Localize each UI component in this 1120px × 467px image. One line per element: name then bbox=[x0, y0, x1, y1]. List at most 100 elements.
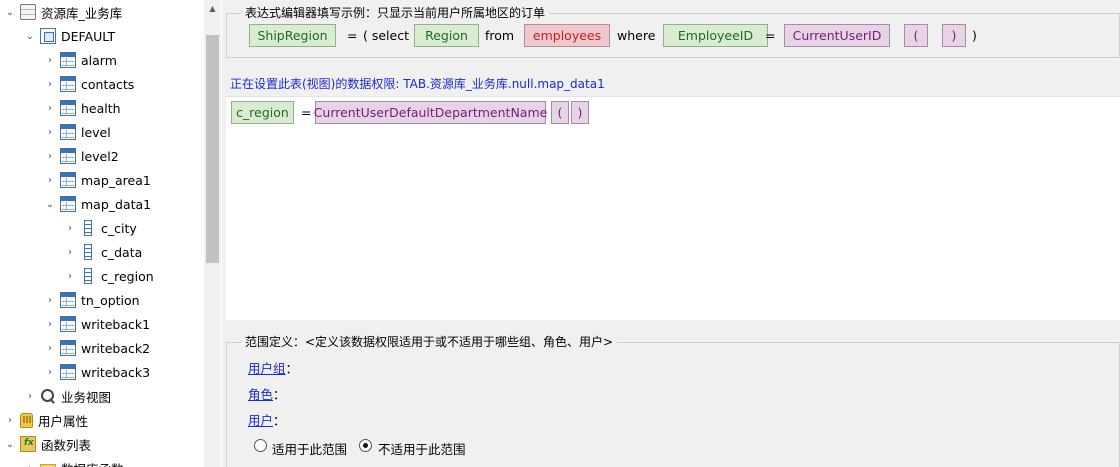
tree-node-table[interactable]: › writeback3 bbox=[0, 360, 204, 384]
table-icon bbox=[60, 340, 76, 356]
tree-node-label: level bbox=[81, 124, 111, 140]
column-icon bbox=[84, 268, 92, 284]
tree-node-table[interactable]: › alarm bbox=[0, 48, 204, 72]
tree-node-label: 用户属性 bbox=[38, 413, 89, 429]
tree-node-label: c_city bbox=[101, 220, 137, 236]
tree-node-table[interactable]: › level bbox=[0, 120, 204, 144]
table-icon bbox=[60, 172, 76, 188]
tree-node-column[interactable]: › c_data bbox=[0, 240, 204, 264]
tree-node-label: tn_option bbox=[81, 292, 140, 308]
table-icon bbox=[60, 364, 76, 380]
editor-func-department[interactable]: CurrentUserDefaultDepartmentName bbox=[314, 101, 547, 124]
tree-node-table[interactable]: › writeback2 bbox=[0, 336, 204, 360]
user-link[interactable]: 用户 bbox=[248, 413, 273, 428]
scope-user-row: 用户： bbox=[248, 410, 286, 429]
permission-target-label: 正在设置此表(视图)的数据权限: TAB.资源库_业务库.null.map_da… bbox=[230, 77, 605, 91]
tree-node-label: writeback3 bbox=[81, 364, 151, 380]
example-func-currentuserid: CurrentUserID bbox=[784, 24, 890, 47]
tree-node-label: map_area1 bbox=[81, 172, 151, 188]
table-icon bbox=[60, 292, 76, 308]
chevron-right-icon[interactable]: › bbox=[64, 222, 76, 234]
tree-node-schema[interactable]: ⌄ DEFAULT bbox=[0, 24, 204, 48]
chevron-right-icon[interactable]: › bbox=[44, 342, 56, 354]
expression-editor[interactable]: c_region = CurrentUserDefaultDepartmentN… bbox=[226, 96, 1120, 320]
tree-node-label: writeback2 bbox=[81, 340, 151, 356]
editor-paren-close[interactable]: ) bbox=[571, 101, 589, 124]
tree-scrollbar[interactable]: ▲ bbox=[204, 0, 221, 467]
example-equals: = bbox=[765, 28, 776, 43]
table-icon bbox=[60, 100, 76, 116]
hand-icon bbox=[20, 413, 33, 428]
object-tree[interactable]: ⌄ 资源库_业务库 ⌄ DEFAULT › alarm › contacts ›… bbox=[0, 0, 204, 467]
editor-field-c-region[interactable]: c_region bbox=[231, 101, 294, 124]
radio-not-apply-label[interactable]: 不适用于此范围 bbox=[378, 439, 466, 458]
chevron-right-icon[interactable]: › bbox=[44, 126, 56, 138]
chevron-right-icon[interactable]: › bbox=[24, 462, 36, 467]
tree-node-column[interactable]: › c_city bbox=[0, 216, 204, 240]
chevron-down-icon[interactable]: ⌄ bbox=[4, 438, 16, 450]
tree-node-label: 资源库_业务库 bbox=[41, 5, 123, 21]
tree-node-label: 业务视图 bbox=[61, 389, 112, 405]
tree-node-root[interactable]: ⌄ 资源库_业务库 bbox=[0, 0, 204, 24]
chevron-down-icon[interactable]: ⌄ bbox=[24, 30, 36, 42]
tree-node-user-attrs[interactable]: › 用户属性 bbox=[0, 408, 204, 432]
radio-not-apply[interactable] bbox=[359, 439, 372, 452]
user-group-link[interactable]: 用户组 bbox=[248, 361, 286, 376]
tree-node-label: 数据库函数 bbox=[61, 459, 124, 467]
scroll-thumb[interactable] bbox=[206, 35, 219, 263]
tree-node-db-funcs[interactable]: › 数据库函数 bbox=[0, 456, 204, 467]
chevron-down-icon[interactable]: ⌄ bbox=[4, 6, 16, 18]
tree-node-label: writeback1 bbox=[81, 316, 151, 332]
example-select-keyword: ( select bbox=[363, 28, 409, 43]
tree-node-table[interactable]: › level2 bbox=[0, 144, 204, 168]
chevron-right-icon[interactable]: › bbox=[44, 366, 56, 378]
tree-node-label: health bbox=[81, 100, 121, 116]
permission-panel: 表达式编辑器填写示例：只显示当前用户所属地区的订单 ShipRegion = (… bbox=[222, 0, 1120, 467]
chevron-right-icon[interactable]: › bbox=[44, 294, 56, 306]
editor-paren-open[interactable]: ( bbox=[551, 101, 569, 124]
radio-apply[interactable] bbox=[254, 439, 267, 452]
scope-user-group-row: 用户组： bbox=[248, 358, 298, 377]
editor-equals[interactable]: = bbox=[301, 101, 311, 124]
colon: ： bbox=[273, 387, 286, 402]
tree-node-business-view[interactable]: › 业务视图 bbox=[0, 384, 204, 408]
scope-role-row: 角色： bbox=[248, 384, 286, 403]
chevron-right-icon[interactable]: › bbox=[44, 318, 56, 330]
radio-apply-label[interactable]: 适用于此范围 bbox=[272, 439, 347, 458]
colon: ： bbox=[285, 361, 299, 376]
chevron-right-icon[interactable]: › bbox=[64, 246, 76, 258]
scroll-up-arrow-icon[interactable]: ▲ bbox=[204, 0, 221, 17]
tree-node-label: 函数列表 bbox=[41, 437, 92, 453]
chevron-right-icon[interactable]: › bbox=[44, 150, 56, 162]
chevron-right-icon[interactable]: › bbox=[4, 414, 16, 426]
example-paren-close: ) bbox=[942, 24, 966, 47]
chevron-right-icon[interactable]: › bbox=[44, 54, 56, 66]
chevron-right-icon[interactable]: › bbox=[64, 270, 76, 282]
example-from-keyword: from bbox=[485, 28, 515, 43]
colon: ： bbox=[273, 413, 286, 428]
tree-node-func-list[interactable]: ⌄ 函数列表 bbox=[0, 432, 204, 456]
tree-node-label: c_data bbox=[101, 244, 143, 260]
tree-node-column[interactable]: › c_region bbox=[0, 264, 204, 288]
function-folder-icon bbox=[20, 436, 36, 452]
example-where-keyword: where bbox=[617, 28, 656, 43]
tree-node-label: DEFAULT bbox=[61, 28, 116, 44]
table-icon bbox=[60, 52, 76, 68]
chevron-right-icon[interactable]: › bbox=[44, 102, 56, 114]
example-field-region: Region bbox=[414, 24, 479, 47]
chevron-right-icon[interactable]: › bbox=[44, 78, 56, 90]
tree-node-table[interactable]: › contacts bbox=[0, 72, 204, 96]
example-close-paren: ) bbox=[972, 28, 977, 43]
column-icon bbox=[84, 244, 92, 260]
tree-node-table-selected[interactable]: ⌄ map_data1 bbox=[0, 192, 204, 216]
tree-node-table[interactable]: › tn_option bbox=[0, 288, 204, 312]
chevron-down-icon[interactable]: ⌄ bbox=[44, 198, 56, 210]
role-link[interactable]: 角色 bbox=[248, 387, 273, 402]
tree-node-label: map_data1 bbox=[81, 196, 152, 212]
tree-node-table[interactable]: › writeback1 bbox=[0, 312, 204, 336]
tree-node-table[interactable]: › health bbox=[0, 96, 204, 120]
example-paren-open: ( bbox=[904, 24, 928, 47]
chevron-right-icon[interactable]: › bbox=[24, 390, 36, 402]
chevron-right-icon[interactable]: › bbox=[44, 174, 56, 186]
tree-node-table[interactable]: › map_area1 bbox=[0, 168, 204, 192]
